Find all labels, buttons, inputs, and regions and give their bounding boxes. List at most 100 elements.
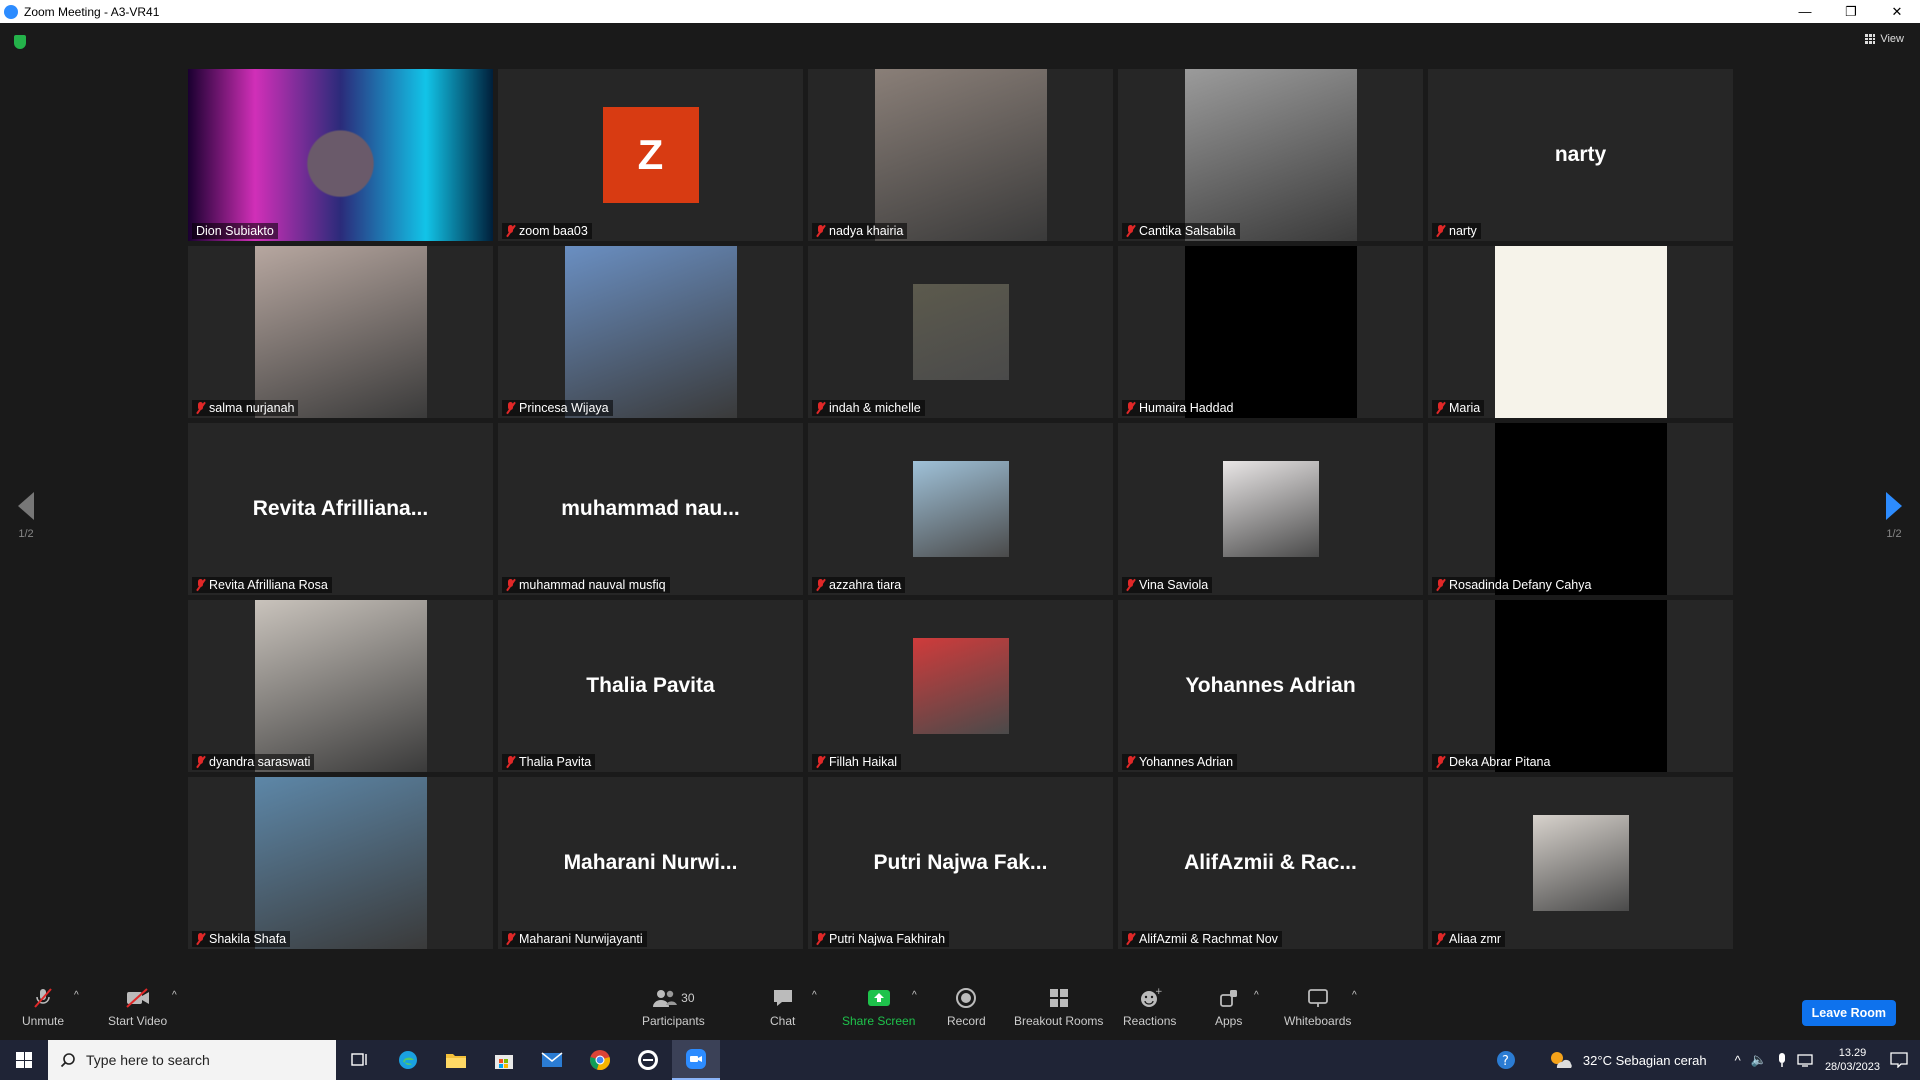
mic-muted-icon <box>1436 933 1445 945</box>
participant-nameplate: Shakila Shafa <box>192 931 291 947</box>
taskbar-search-box[interactable]: Type here to search <box>48 1040 336 1080</box>
minimize-button[interactable]: — <box>1782 0 1828 23</box>
participant-nameplate: Rosadinda Defany Cahya <box>1432 577 1596 593</box>
participant-display-name: Putri Najwa Fak... <box>873 851 1048 874</box>
weather-text[interactable]: 32°C Sebagian cerah <box>1583 1053 1707 1068</box>
participant-tile[interactable]: Princesa Wijaya <box>498 246 803 418</box>
task-view-button[interactable] <box>336 1040 384 1080</box>
participant-name: indah & michelle <box>829 401 921 415</box>
system-tray: ? 32°C Sebagian cerah ^ 🔈 13.29 28/03/20… <box>1495 1040 1920 1080</box>
taskbar-store[interactable] <box>480 1040 528 1080</box>
participant-tile[interactable]: Revita Afrilliana... Revita Afrilliana Ro… <box>188 423 493 595</box>
participant-tile[interactable]: azzahra tiara <box>808 423 1113 595</box>
weather-icon[interactable] <box>1549 1050 1573 1070</box>
participant-display-name: AlifAzmii & Rac... <box>1184 851 1357 874</box>
apps-options-chevron-icon[interactable]: ^ <box>1254 990 1259 1001</box>
participant-nameplate: narty <box>1432 223 1481 239</box>
encryption-shield-icon[interactable] <box>14 35 26 49</box>
participant-tile[interactable]: Zzoom baa03 <box>498 69 803 241</box>
participant-tile[interactable]: Fillah Haikal <box>808 600 1113 772</box>
participant-tile[interactable]: Maharani Nurwi... Maharani Nurwijayanti <box>498 777 803 949</box>
page-indicator-right: 1/2 <box>1886 528 1902 540</box>
taskbar-clock[interactable]: 13.29 28/03/2023 <box>1825 1046 1880 1074</box>
participant-display-name: Revita Afrilliana... <box>252 497 429 520</box>
start-video-button[interactable]: Start Video <box>108 986 167 1028</box>
participant-tile[interactable]: Putri Najwa Fak... Putri Najwa Fakhirah <box>808 777 1113 949</box>
taskbar-file-explorer[interactable] <box>432 1040 480 1080</box>
participant-nameplate: indah & michelle <box>812 400 925 416</box>
participant-tile[interactable]: salma nurjanah <box>188 246 493 418</box>
participant-tile[interactable]: Rosadinda Defany Cahya <box>1428 423 1733 595</box>
participant-video <box>1494 246 1667 418</box>
participants-icon: 30 <box>652 986 695 1010</box>
reactions-label: Reactions <box>1123 1014 1177 1028</box>
participant-nameplate: salma nurjanah <box>192 400 299 416</box>
participant-tile[interactable]: indah & michelle <box>808 246 1113 418</box>
participant-name: Maharani Nurwijayanti <box>519 932 643 946</box>
taskbar-mail[interactable] <box>528 1040 576 1080</box>
restore-button[interactable]: ❐ <box>1828 0 1874 23</box>
participant-tile[interactable]: Yohannes Adrian Yohannes Adrian <box>1118 600 1423 772</box>
record-button[interactable]: Record <box>947 986 986 1028</box>
participant-tile[interactable]: nadya khairia <box>808 69 1113 241</box>
share-options-chevron-icon[interactable]: ^ <box>912 990 917 1001</box>
participant-video <box>254 600 427 772</box>
participant-tile[interactable]: narty narty <box>1428 69 1733 241</box>
participant-name: muhammad nauval musfiq <box>519 578 666 592</box>
participant-nameplate: Deka Abrar Pitana <box>1432 754 1555 770</box>
notifications-icon[interactable] <box>1890 1052 1908 1068</box>
breakout-rooms-button[interactable]: Breakout Rooms <box>1014 986 1103 1028</box>
participant-tile[interactable]: Vina Saviola <box>1118 423 1423 595</box>
participant-tile[interactable]: Cantika Salsabila <box>1118 69 1423 241</box>
volume-icon[interactable]: 🔈 <box>1751 1052 1767 1068</box>
chat-button[interactable]: Chat <box>770 986 795 1028</box>
taskbar-zoom[interactable] <box>672 1040 720 1080</box>
video-options-chevron-icon[interactable]: ^ <box>172 990 177 1001</box>
microphone-icon[interactable] <box>1777 1052 1787 1068</box>
participant-tile[interactable]: muhammad nau... muhammad nauval musfiq <box>498 423 803 595</box>
participant-tile[interactable]: Humaira Haddad <box>1118 246 1423 418</box>
network-icon[interactable] <box>1797 1053 1815 1067</box>
whiteboards-button[interactable]: Whiteboards <box>1284 986 1351 1028</box>
view-button[interactable]: View <box>1865 33 1904 45</box>
participant-tile[interactable]: Maria <box>1428 246 1733 418</box>
mic-muted-icon <box>1126 225 1135 237</box>
clock-time: 13.29 <box>1838 1047 1867 1059</box>
chat-options-chevron-icon[interactable]: ^ <box>812 990 817 1001</box>
close-button[interactable]: ✕ <box>1874 0 1920 23</box>
tray-overflow-chevron-icon[interactable]: ^ <box>1735 1053 1741 1068</box>
share-screen-button[interactable]: Share Screen <box>842 986 915 1028</box>
participants-button[interactable]: 30 Participants <box>642 986 705 1028</box>
participant-tile[interactable]: Thalia Pavita Thalia Pavita <box>498 600 803 772</box>
participant-nameplate: Aliaa zmr <box>1432 931 1506 947</box>
window-title: Zoom Meeting - A3-VR41 <box>24 4 160 19</box>
taskbar-edge[interactable] <box>384 1040 432 1080</box>
participant-tile[interactable]: Deka Abrar Pitana <box>1428 600 1733 772</box>
start-button[interactable] <box>0 1040 48 1080</box>
participant-tile[interactable]: Aliaa zmr <box>1428 777 1733 949</box>
participant-tile[interactable]: Dion Subiakto <box>188 69 493 241</box>
participant-nameplate: Humaira Haddad <box>1122 400 1238 416</box>
participant-video <box>874 69 1047 241</box>
previous-page-button[interactable]: 1/2 <box>18 492 34 540</box>
whiteboard-options-chevron-icon[interactable]: ^ <box>1352 990 1357 1001</box>
svg-text:?: ? <box>1502 1054 1509 1069</box>
participant-name: nadya khairia <box>829 224 904 238</box>
participant-name: Princesa Wijaya <box>519 401 609 415</box>
taskbar-chrome[interactable] <box>576 1040 624 1080</box>
participant-video <box>188 69 493 241</box>
next-page-button[interactable]: 1/2 <box>1886 492 1902 540</box>
participant-nameplate: dyandra saraswati <box>192 754 315 770</box>
participant-name: Maria <box>1449 401 1481 415</box>
participant-tile[interactable]: AlifAzmii & Rac... AlifAzmii & Rachmat No… <box>1118 777 1423 949</box>
leave-room-button[interactable]: Leave Room <box>1801 1000 1896 1026</box>
help-icon[interactable]: ? <box>1495 1049 1517 1071</box>
taskbar-app-dark[interactable] <box>624 1040 672 1080</box>
unmute-button[interactable]: Unmute <box>22 986 64 1028</box>
participant-tile[interactable]: Shakila Shafa <box>188 777 493 949</box>
audio-options-chevron-icon[interactable]: ^ <box>74 990 79 1001</box>
participant-tile[interactable]: dyandra saraswati <box>188 600 493 772</box>
apps-button[interactable]: Apps <box>1215 986 1242 1028</box>
reactions-button[interactable]: + Reactions <box>1123 986 1176 1028</box>
participant-name: Fillah Haikal <box>829 755 898 769</box>
